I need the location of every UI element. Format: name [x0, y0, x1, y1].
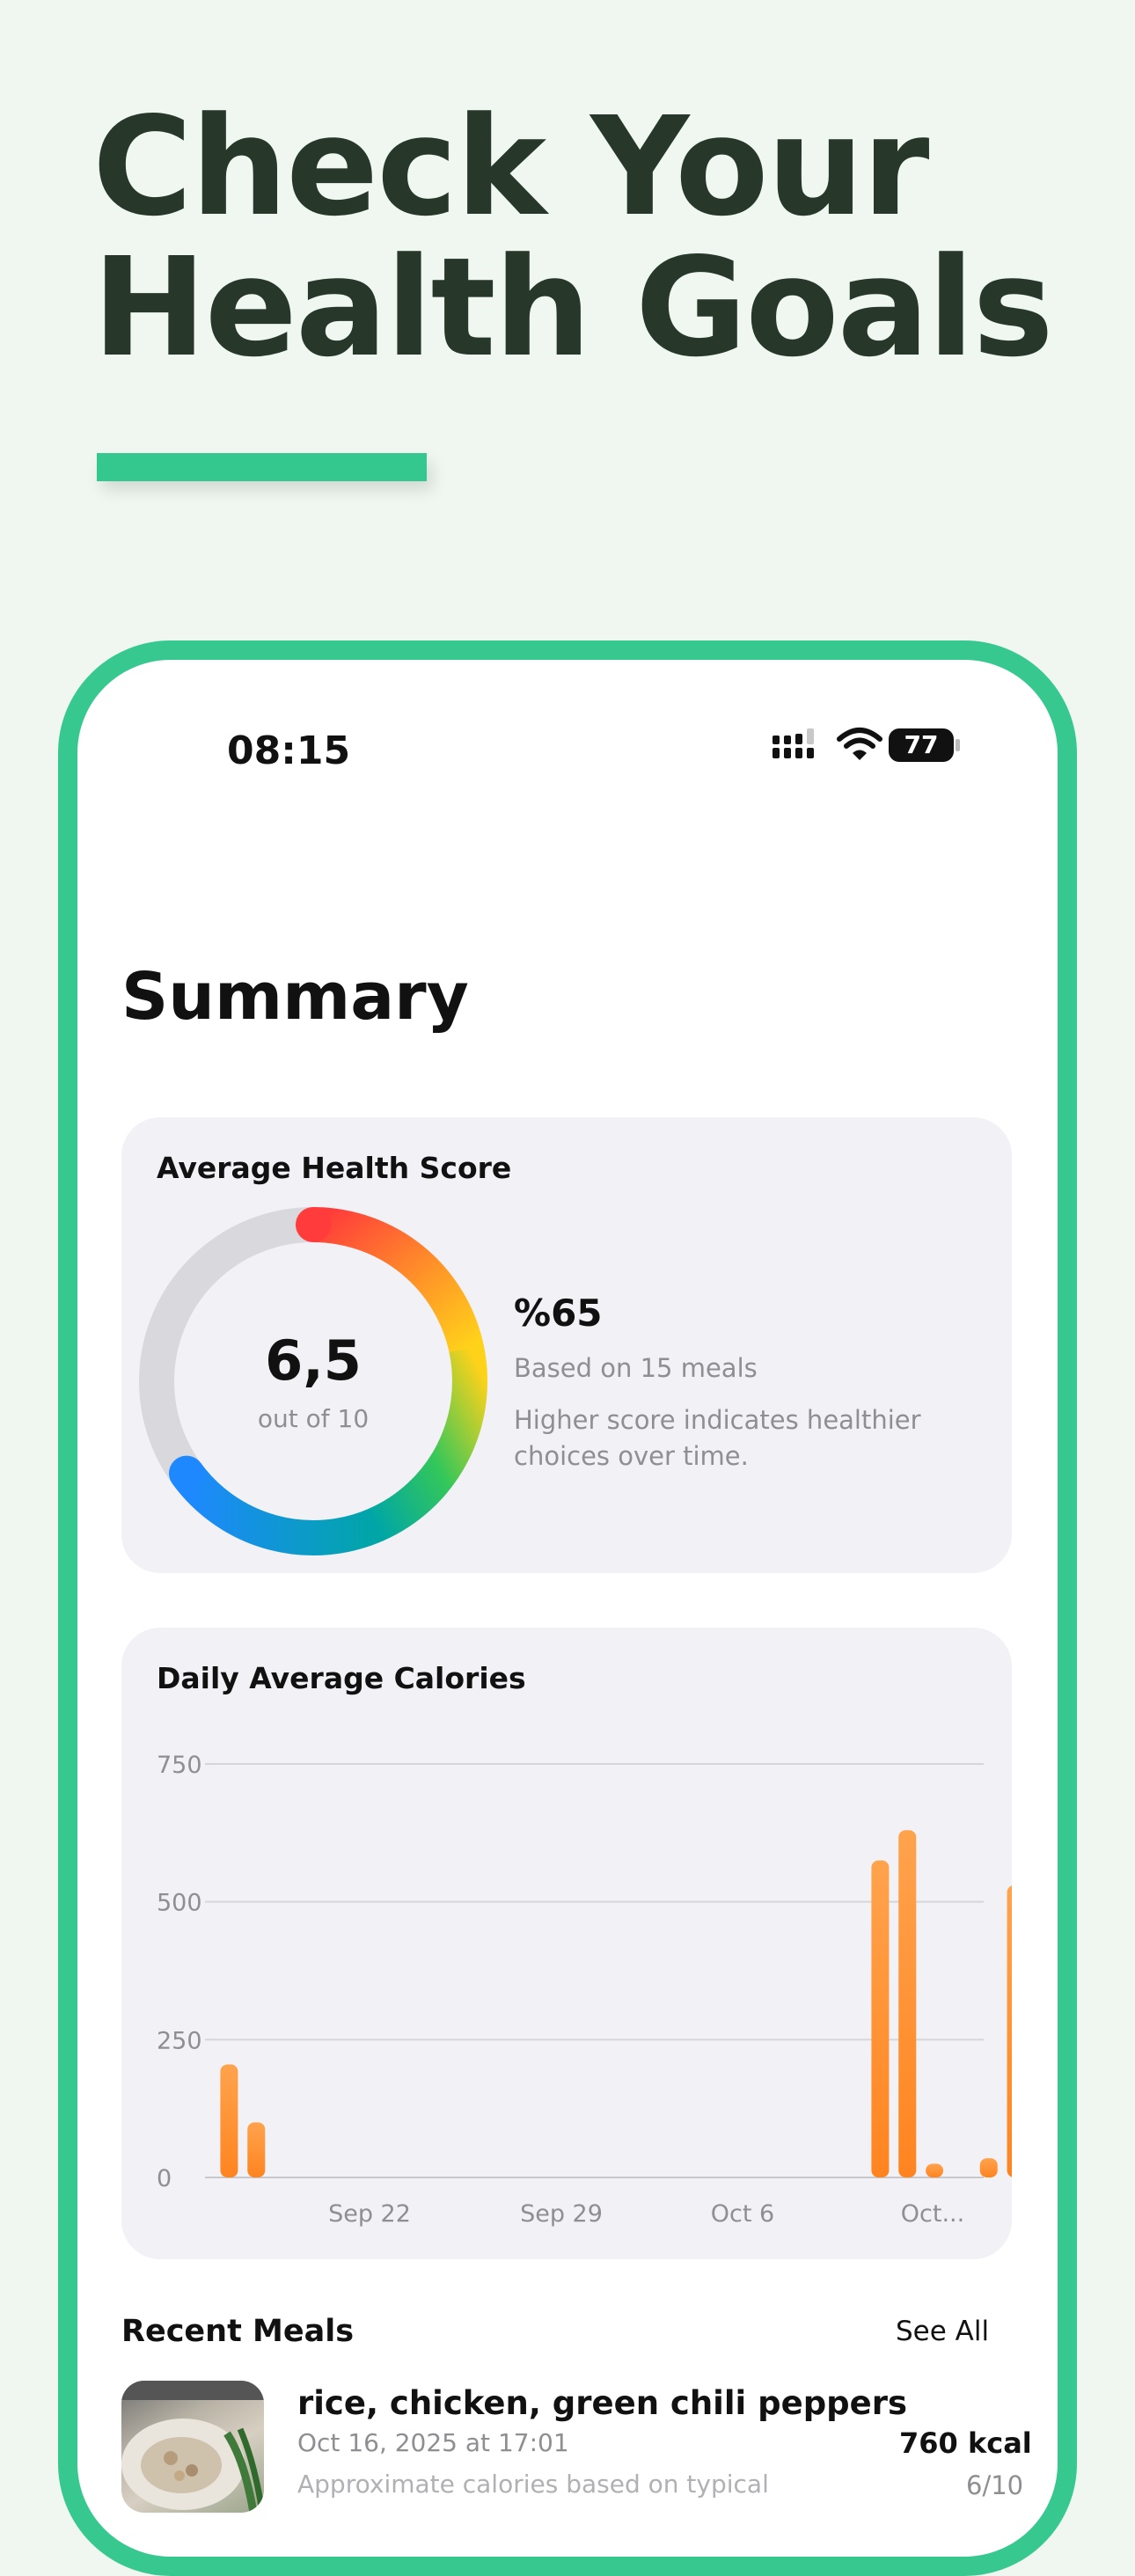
- daily-calories-title: Daily Average Calories: [157, 1661, 526, 1695]
- health-score-out-of: out of 10: [257, 1404, 370, 1433]
- calorie-bar: [898, 1830, 917, 2177]
- calorie-bar: [979, 2158, 998, 2177]
- app-screen: 08:15 77 Summary Average Health Score 6,…: [77, 660, 1058, 2557]
- ring-cap-start: [296, 1207, 331, 1242]
- health-score-card[interactable]: Average Health Score 6,5 out of 10 %65 B…: [121, 1117, 1012, 1573]
- calorie-bar: [220, 2064, 238, 2177]
- meal-score: 6/10: [966, 2470, 1024, 2500]
- calorie-bar: [926, 2163, 944, 2177]
- see-all-link[interactable]: See All: [896, 2316, 989, 2347]
- ring-segment-teal-blue: [172, 1462, 384, 1555]
- page-title: Summary: [121, 959, 469, 1035]
- calorie-bar: [247, 2122, 266, 2177]
- meal-date: Oct 16, 2025 at 17:01: [297, 2428, 569, 2457]
- y-tick-label: 250: [157, 2027, 202, 2054]
- phone-frame: 08:15 77 Summary Average Health Score 6,…: [58, 640, 1077, 2576]
- health-score-title: Average Health Score: [157, 1151, 512, 1185]
- status-time: 08:15: [227, 728, 351, 773]
- accent-underline: [97, 453, 427, 481]
- meal-thumbnail[interactable]: [121, 2381, 264, 2513]
- meal-name[interactable]: rice, chicken, green chili peppers: [297, 2384, 907, 2422]
- y-tick-label: 500: [157, 1890, 202, 1917]
- status-icons: 77: [773, 728, 984, 778]
- meal-photo: [121, 2381, 264, 2513]
- recent-meals-title: Recent Meals: [121, 2314, 355, 2349]
- y-tick-label: 0: [157, 2165, 172, 2192]
- battery-icon: 77: [889, 728, 954, 762]
- headline: Check Your Health Goals: [92, 87, 1054, 387]
- battery-nub: [956, 739, 960, 751]
- x-tick-label: Oct 6: [711, 2200, 774, 2228]
- x-tick-label: Oct...: [901, 2200, 964, 2228]
- meal-calories: 760 kcal: [899, 2426, 1032, 2460]
- cellular-signal-icon: [773, 728, 814, 758]
- health-score-explanation: Higher score indicates healthier choices…: [514, 1405, 921, 1471]
- y-tick-label: 750: [157, 1752, 202, 1779]
- x-tick-label: Sep 22: [328, 2200, 411, 2228]
- wifi-icon: [837, 728, 882, 760]
- headline-line-1: Check Your: [92, 87, 929, 246]
- calorie-bar: [871, 1860, 890, 2177]
- daily-calories-card[interactable]: Daily Average Calories 0 250 500 750 Sep 22 S…: [121, 1628, 1012, 2259]
- headline-line-2: Health Goals: [92, 228, 1054, 387]
- health-score-based-on: Based on 15 meals: [514, 1353, 758, 1383]
- calorie-bar: [1007, 1885, 1012, 2177]
- health-score-value: 6,5: [265, 1328, 362, 1393]
- meal-note: Approximate calories based on typical: [297, 2470, 769, 2499]
- x-tick-label: Sep 29: [520, 2200, 603, 2228]
- daily-calories-chart: 0 250 500 750 Sep 22 Sep 29 Oct 6 Oct...: [157, 1752, 1012, 2228]
- health-score-percent: %65: [514, 1292, 603, 1335]
- ring-cap-end: [168, 1455, 204, 1491]
